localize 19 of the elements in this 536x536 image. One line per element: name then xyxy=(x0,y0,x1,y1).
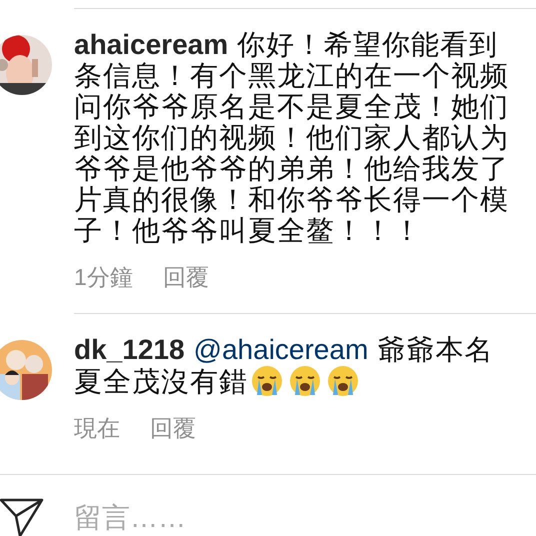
comment-text: 条信息！有个黑龙江的在一个视频 xyxy=(74,60,509,91)
comment-text: 爷爷是他爷爷的弟弟！他给我发了 xyxy=(74,153,509,184)
comment-text: 问你爷爷原名是不是夏全茂！她们 xyxy=(74,91,509,122)
crying-face-icon xyxy=(251,365,283,397)
comment-text: 到这你们的视频！他们家人都认为 xyxy=(74,122,509,153)
send-icon[interactable] xyxy=(0,498,44,536)
username-link[interactable]: dk_1218 xyxy=(74,334,185,365)
timestamp: 1分鐘 xyxy=(74,263,133,292)
mention-link[interactable]: @ahaiceream xyxy=(194,334,368,365)
comment-text: 你好！希望你能看到 xyxy=(237,29,498,60)
comment-text: 爺爺本名 xyxy=(377,334,494,365)
crying-face-icon xyxy=(289,365,321,397)
username-link[interactable]: ahaiceream xyxy=(74,29,228,60)
comment-text: 子！他爷爷叫夏全鳌！！！ xyxy=(74,215,422,246)
comment-text: 片真的很像！和你爷爷长得一个模 xyxy=(74,184,509,215)
crying-face-icon xyxy=(327,365,359,397)
timestamp: 現在 xyxy=(74,414,120,443)
comment-text: 夏全茂沒有錯 xyxy=(74,366,248,396)
comment-input[interactable]: 留言…… xyxy=(74,497,374,536)
